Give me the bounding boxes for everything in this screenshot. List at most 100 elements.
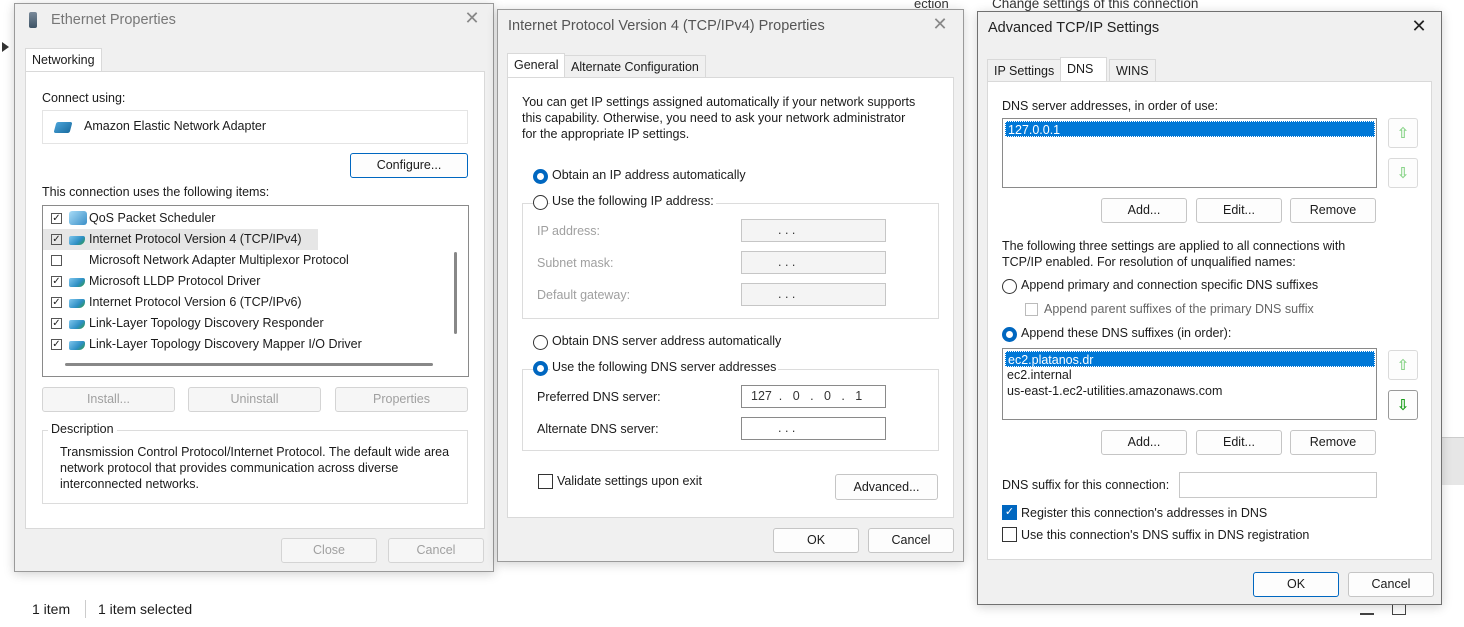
description-label: Description [48, 422, 117, 436]
list-item[interactable]: ✓ QoS Packet Scheduler [43, 208, 453, 229]
adv-ok-button[interactable]: OK [1253, 572, 1339, 597]
item-checkbox[interactable]: ✓ [51, 297, 62, 308]
item-label: Microsoft Network Adapter Multiplexor Pr… [89, 253, 349, 267]
use-following-ip-label[interactable]: Use the following IP address: [550, 194, 716, 208]
suffix-edit-button[interactable]: Edit... [1196, 430, 1282, 455]
list-item[interactable]: 127.0.0.1 [1005, 121, 1375, 137]
dns-servers-list[interactable]: 127.0.0.1 [1002, 118, 1377, 188]
ipv4-properties-dialog: Internet Protocol Version 4 (TCP/IPv4) P… [497, 9, 964, 562]
preferred-dns-field[interactable]: 127 . 0 . 0 . 1 [741, 385, 886, 408]
ipv4-general-panel: You can get IP settings assigned automat… [507, 77, 954, 518]
status-selected-count: 1 item selected [98, 601, 193, 617]
item-checkbox[interactable]: ✓ [51, 318, 62, 329]
obtain-ip-auto-radio[interactable] [533, 169, 548, 184]
obtain-dns-auto-radio[interactable] [533, 335, 548, 350]
eth-networking-panel: Connect using: Amazon Elastic Network Ad… [25, 71, 485, 529]
suffix-remove-button[interactable]: Remove [1290, 430, 1376, 455]
register-checkbox[interactable]: ✓ [1002, 505, 1017, 520]
components-list[interactable]: ✓ QoS Packet Scheduler ✓ Internet Protoc… [42, 205, 469, 377]
obtain-ip-auto-label[interactable]: Obtain an IP address automatically [552, 168, 746, 182]
use-following-dns-radio[interactable] [533, 361, 548, 376]
tab-wins[interactable]: WINS [1109, 59, 1156, 81]
configure-button[interactable]: Configure... [350, 153, 468, 178]
ip-address-field[interactable]: . . . [741, 219, 886, 242]
subnet-mask-field[interactable]: . . . [741, 251, 886, 274]
protocol-icon [69, 341, 85, 350]
item-label: QoS Packet Scheduler [89, 211, 216, 225]
obtain-dns-auto-label[interactable]: Obtain DNS server address automatically [552, 334, 781, 348]
register-label[interactable]: Register this connection's addresses in … [1021, 506, 1267, 520]
dns-edit-button[interactable]: Edit... [1196, 198, 1282, 223]
bg-right-gray-panel [1442, 437, 1464, 485]
tab-networking[interactable]: Networking [25, 48, 102, 72]
item-checkbox[interactable]: ✓ [51, 234, 62, 245]
alternate-dns-field[interactable]: . . . [741, 417, 886, 440]
dns-move-down-button[interactable]: ⇩ [1388, 158, 1418, 188]
append-parent-checkbox[interactable] [1025, 303, 1038, 316]
bg-expand-arrow-icon[interactable] [2, 42, 9, 52]
horizontal-scrollbar[interactable] [65, 363, 433, 366]
item-checkbox[interactable]: ✓ [51, 213, 62, 224]
list-item[interactable]: ✓ Internet Protocol Version 4 (TCP/IPv4) [43, 229, 318, 250]
suffix-add-button[interactable]: Add... [1101, 430, 1187, 455]
list-item[interactable]: ✓ Link-Layer Topology Discovery Mapper I… [43, 334, 453, 355]
dns-suffixes-list[interactable]: ec2.platanos.dr ec2.internal us-east-1.e… [1002, 348, 1377, 420]
dns-add-button[interactable]: Add... [1101, 198, 1187, 223]
use-suffix-checkbox[interactable] [1002, 527, 1017, 542]
use-suffix-label[interactable]: Use this connection's DNS suffix in DNS … [1021, 528, 1309, 542]
dns-suffix-input[interactable] [1179, 472, 1377, 498]
append-these-label[interactable]: Append these DNS suffixes (in order): [1021, 326, 1231, 340]
list-item[interactable]: Microsoft Network Adapter Multiplexor Pr… [43, 250, 453, 271]
ipv4-close-icon[interactable]: ✕ [931, 16, 949, 34]
adv-cancel-button[interactable]: Cancel [1348, 572, 1434, 597]
append-these-radio[interactable] [1002, 327, 1017, 342]
append-primary-radio[interactable] [1002, 279, 1017, 294]
three-settings-text: The following three settings are applied… [1002, 239, 1346, 269]
eth-close-icon[interactable]: ✕ [463, 10, 481, 28]
uninstall-button[interactable]: Uninstall [188, 387, 321, 412]
item-checkbox[interactable] [51, 255, 62, 266]
list-item[interactable]: ✓ Link-Layer Topology Discovery Responde… [43, 313, 453, 334]
item-checkbox[interactable]: ✓ [51, 276, 62, 287]
tab-ip-settings[interactable]: IP Settings [987, 59, 1062, 81]
eth-close-button[interactable]: Close [281, 538, 377, 563]
advanced-tcpip-dialog: Advanced TCP/IP Settings ✕ IP Settings D… [977, 11, 1442, 605]
list-item[interactable]: us-east-1.ec2-utilities.amazonaws.com [1007, 384, 1222, 398]
tab-dns[interactable]: DNS [1060, 57, 1107, 81]
install-button[interactable]: Install... [42, 387, 175, 412]
eth-cancel-button[interactable]: Cancel [388, 538, 484, 563]
list-item[interactable]: ✓ Internet Protocol Version 6 (TCP/IPv6) [43, 292, 453, 313]
subnet-mask-label: Subnet mask: [537, 256, 614, 270]
default-gateway-field[interactable]: . . . [741, 283, 886, 306]
status-separator [85, 600, 86, 618]
list-item[interactable]: ec2.platanos.dr [1005, 351, 1375, 367]
description-text: Transmission Control Protocol/Internet P… [60, 445, 450, 491]
list-item[interactable]: ✓ Microsoft LLDP Protocol Driver [43, 271, 453, 292]
use-following-ip-radio[interactable] [533, 195, 548, 210]
dns-move-up-button[interactable]: ⇧ [1388, 118, 1418, 148]
append-primary-label[interactable]: Append primary and connection specific D… [1021, 278, 1318, 292]
item-label: Internet Protocol Version 4 (TCP/IPv4) [89, 232, 302, 246]
suffix-move-up-button[interactable]: ⇧ [1388, 350, 1418, 380]
tab-alternate-configuration[interactable]: Alternate Configuration [564, 55, 706, 77]
list-item[interactable]: ec2.internal [1007, 368, 1072, 382]
item-checkbox[interactable]: ✓ [51, 339, 62, 350]
eth-titlebar: Ethernet Properties ✕ [15, 4, 493, 34]
dns-remove-button[interactable]: Remove [1290, 198, 1376, 223]
tab-general[interactable]: General [507, 53, 566, 77]
ipv4-cancel-button[interactable]: Cancel [868, 528, 954, 553]
advanced-button[interactable]: Advanced... [835, 474, 938, 500]
validate-label[interactable]: Validate settings upon exit [557, 474, 702, 488]
adv-close-icon[interactable]: ✕ [1410, 18, 1428, 36]
use-following-dns-label[interactable]: Use the following DNS server addresses [550, 360, 779, 374]
connect-using-label: Connect using: [42, 91, 126, 105]
validate-checkbox[interactable] [538, 474, 553, 489]
vertical-scrollbar[interactable] [454, 252, 457, 334]
properties-button[interactable]: Properties [335, 387, 468, 412]
ipv4-ok-button[interactable]: OK [773, 528, 859, 553]
item-label: Internet Protocol Version 6 (TCP/IPv6) [89, 295, 302, 309]
protocol-icon [69, 320, 85, 329]
dns-servers-label: DNS server addresses, in order of use: [1002, 99, 1219, 113]
bg-change-settings-link[interactable]: Change settings of this connection [992, 0, 1198, 11]
suffix-move-down-button[interactable]: ⇩ [1388, 390, 1418, 420]
